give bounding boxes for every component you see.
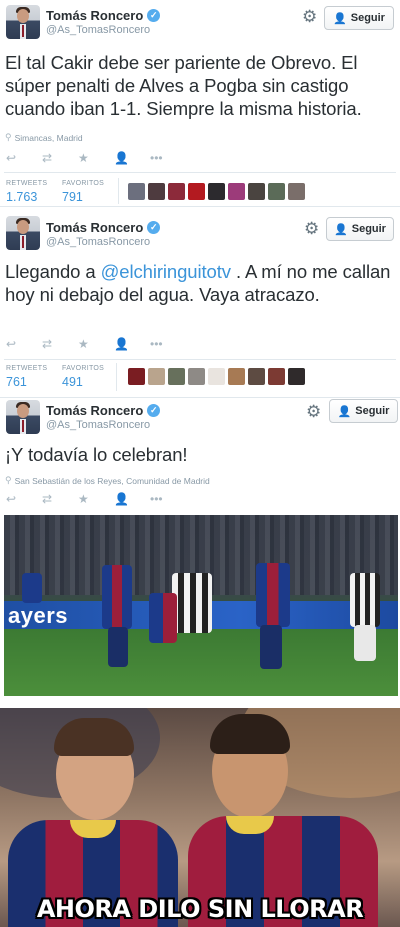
follow-label: Seguir: [350, 12, 385, 24]
follow-button[interactable]: 👤 Seguir: [329, 399, 398, 423]
author-name[interactable]: Tomás Roncero: [46, 8, 143, 23]
stats-separator: [116, 363, 117, 391]
user-avatar[interactable]: [248, 368, 265, 385]
player: [354, 625, 376, 661]
user-avatar[interactable]: [268, 368, 285, 385]
follow-icon[interactable]: 👤: [114, 151, 150, 165]
retweet-icon[interactable]: ⇄: [42, 151, 78, 165]
user-avatar[interactable]: [228, 368, 245, 385]
user-avatar[interactable]: [268, 183, 285, 200]
player-hair: [54, 718, 134, 756]
favorites-count[interactable]: 791: [62, 190, 83, 204]
favorites-count[interactable]: 491: [62, 375, 83, 389]
favorites-label: FAVORITOS: [62, 365, 105, 372]
more-icon[interactable]: •••: [150, 151, 186, 165]
favorites-label: FAVORITOS: [62, 180, 105, 187]
star-icon[interactable]: ★: [78, 151, 114, 165]
player: [102, 565, 132, 629]
user-avatar[interactable]: [208, 368, 225, 385]
tweet-text: ¡Y todavía lo celebran!: [5, 444, 188, 465]
avatar[interactable]: [6, 216, 40, 250]
user-avatar[interactable]: [168, 368, 185, 385]
divider: [4, 172, 396, 173]
player: [260, 625, 282, 669]
reply-icon[interactable]: ↩: [6, 337, 42, 351]
verified-badge-icon: ✓: [147, 9, 161, 22]
user-avatar[interactable]: [128, 368, 145, 385]
player: [172, 573, 212, 633]
reply-icon[interactable]: ↩: [6, 151, 42, 165]
user-avatar[interactable]: [208, 183, 225, 200]
follow-icon[interactable]: 👤: [114, 492, 150, 506]
user-avatar[interactable]: [188, 368, 205, 385]
user-avatar[interactable]: [188, 183, 205, 200]
tweet-2: Tomás Roncero ✓ @As_TomasRoncero ⚙ 👤 Seg…: [0, 210, 400, 398]
stats-separator: [118, 178, 119, 204]
match-photo[interactable]: ayers: [4, 515, 398, 696]
author-handle[interactable]: @As_TomasRoncero: [46, 419, 150, 431]
reply-icon[interactable]: ↩: [6, 492, 42, 506]
retweets-label: RETWEETS: [6, 365, 48, 372]
follow-label: Seguir: [351, 223, 386, 235]
add-user-icon: 👤: [334, 223, 348, 236]
user-avatar[interactable]: [248, 183, 265, 200]
retweet-icon[interactable]: ⇄: [42, 492, 78, 506]
tweet-text: Llegando a @elchiringuitotv . A mí no me…: [5, 260, 397, 306]
gear-icon[interactable]: ⚙: [306, 403, 321, 420]
player: [108, 627, 128, 667]
player: [256, 563, 290, 627]
verified-badge-icon: ✓: [147, 221, 161, 234]
favoriters-avatars: [128, 183, 305, 200]
tweet-text: El tal Cakir debe ser pariente de Obrevo…: [5, 52, 362, 119]
retweets-count[interactable]: 761: [6, 375, 27, 389]
user-avatar[interactable]: [148, 183, 165, 200]
meme-caption: AHORA DILO SIN LLORAR: [36, 895, 364, 923]
user-avatar[interactable]: [128, 183, 145, 200]
follow-button[interactable]: 👤 Seguir: [324, 6, 394, 30]
ad-board-text: ayers: [8, 603, 69, 628]
gear-icon[interactable]: ⚙: [304, 220, 319, 237]
add-user-icon: 👤: [333, 12, 347, 25]
player: [149, 593, 177, 643]
player: [350, 573, 380, 627]
divider: [4, 359, 396, 360]
tweet-location[interactable]: Simancas, Madrid: [15, 133, 83, 143]
location-pin-icon: ⚲: [5, 132, 12, 142]
user-avatar[interactable]: [228, 183, 245, 200]
pitch: [4, 629, 398, 696]
divider: [0, 206, 400, 207]
author-name[interactable]: Tomás Roncero: [46, 403, 143, 418]
add-user-icon: 👤: [337, 405, 352, 418]
retweet-icon[interactable]: ⇄: [42, 337, 78, 351]
avatar[interactable]: [6, 5, 40, 39]
tweet-3: Tomás Roncero ✓ @As_TomasRoncero ⚙ 👤 Seg…: [0, 395, 400, 510]
tweet-1: Tomás Roncero ✓ @As_TomasRoncero ⚙ 👤 Seg…: [0, 0, 400, 207]
avatar[interactable]: [6, 400, 40, 434]
author-handle[interactable]: @As_TomasRoncero: [46, 236, 150, 248]
more-icon[interactable]: •••: [150, 337, 186, 351]
user-avatar[interactable]: [148, 368, 165, 385]
gear-icon[interactable]: ⚙: [302, 8, 317, 25]
user-avatar[interactable]: [168, 183, 185, 200]
follow-icon[interactable]: 👤: [114, 337, 150, 351]
more-icon[interactable]: •••: [150, 492, 186, 506]
follow-button[interactable]: 👤 Seguir: [326, 217, 394, 241]
player: [22, 573, 42, 603]
favoriters-avatars: [128, 368, 305, 385]
retweets-count[interactable]: 1.763: [6, 190, 37, 204]
location-pin-icon: ⚲: [5, 475, 12, 485]
author-handle[interactable]: @As_TomasRoncero: [46, 24, 150, 36]
follow-label: Seguir: [355, 405, 390, 417]
meme-photo[interactable]: AHORA DILO SIN LLORAR: [0, 708, 400, 927]
user-avatar[interactable]: [288, 368, 305, 385]
star-icon[interactable]: ★: [78, 492, 114, 506]
user-avatar[interactable]: [288, 183, 305, 200]
retweets-label: RETWEETS: [6, 180, 48, 187]
mention-link[interactable]: @elchiringuitotv: [101, 261, 231, 282]
author-name[interactable]: Tomás Roncero: [46, 220, 143, 235]
star-icon[interactable]: ★: [78, 337, 114, 351]
verified-badge-icon: ✓: [147, 404, 161, 417]
tweet-text-start: Llegando a: [5, 261, 101, 282]
tweet-location[interactable]: San Sebastián de los Reyes, Comunidad de…: [15, 476, 210, 486]
